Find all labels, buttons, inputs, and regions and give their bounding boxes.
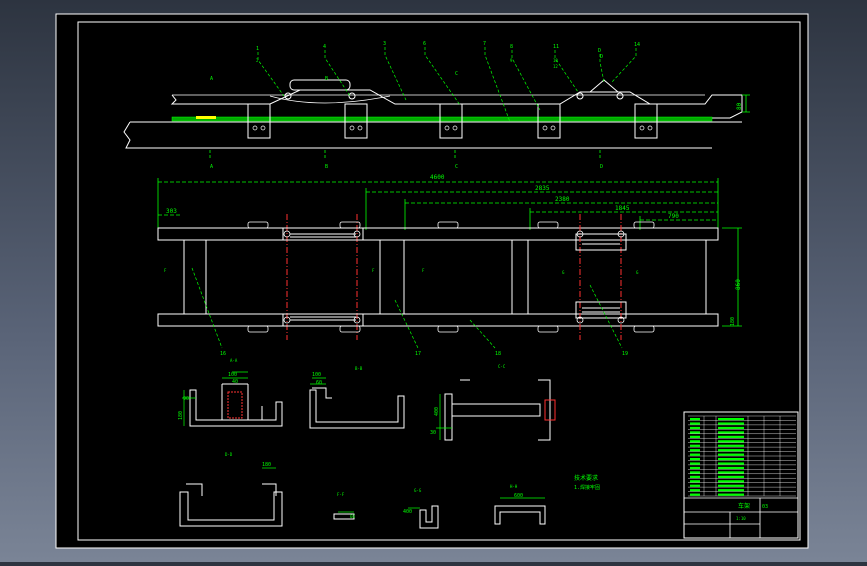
title-drawing-no: 03 [762,504,768,510]
drawing-canvas: 1 4 3 6 7 8 11D142 9 1012 A B C D A B C D 80 [55,13,809,549]
leader-top-sub-2: 10 [553,58,558,63]
leader-top-0: 1 [256,46,259,52]
leader-16: 16 [220,351,226,357]
section-mark-a-top: A [210,76,213,82]
title-scale: 1:10 [736,516,746,521]
dd-dim-180: 180 [262,462,271,468]
gg-dim-400: 400 [403,509,412,515]
ee-dim-30: 30 [430,430,436,436]
plan-caption: A-A [230,358,238,363]
ee-dim-400: 400 [434,407,440,416]
leader-17: 17 [415,351,421,357]
section-mark-c-top: C [455,71,458,77]
caption-bb-label: B-B [355,366,363,371]
dim-span-3: 1845 [615,205,630,212]
dim-overall-length: 4600 [430,174,445,181]
leader-top-1: 4 [323,44,326,50]
caption-ff: F-F [337,492,345,497]
cc-dim-100: 100 [312,372,321,378]
leader-top-4: 7 [483,41,486,47]
section-mark-b-top: B [325,76,328,82]
bb-dim-180: 180 [178,411,184,420]
section-mark-b-bottom: B [325,164,328,170]
section-mark-d-bottom: D [600,164,603,170]
dim-profile-height: 80 [736,102,743,110]
title-name: 车架 [738,502,750,510]
leader-19: 19 [622,351,628,357]
dim-left-offset: 303 [166,208,177,215]
dim-span-4: 790 [668,213,679,220]
notes-line-1: 1.焊接牢固 [574,484,600,491]
leader-top-8: 14 [634,42,640,48]
caption-gg: G-G [414,488,422,493]
dim-bottom-right: 180 [730,317,736,326]
leader-top-sub-3: 12 [553,64,558,69]
leader-top-3: 6 [423,41,426,47]
caption-cc-label: C-C [498,364,506,369]
notes-title: 技术要求 [574,474,598,482]
bb-dim-90: 90 [183,396,189,402]
section-mark-c-bottom: C [455,164,458,170]
caption-dd: D-D [225,452,233,457]
dim-frame-height: 860 [735,279,742,290]
caption-hh: H-H [510,484,518,489]
ff-dim-60: 60 [350,514,355,519]
cc-dim-60: 60 [316,380,322,386]
bb-dim-40: 40 [232,379,238,385]
leader-top-5: 8 [510,44,513,50]
dim-span-2: 2380 [555,196,570,203]
section-mark-d-top: D [600,54,603,60]
hh-dim-600: 600 [514,493,523,499]
bb-dim-100: 100 [228,372,237,378]
dim-span-1: 2835 [535,185,550,192]
highlight-mark [196,116,216,119]
section-mark-a-bottom: A [210,164,213,170]
cad-viewport[interactable]: 1 4 3 6 7 8 11 D 14 2 9 10 12 A B C D A B C D 80 [0,0,867,562]
leader-18: 18 [495,351,501,357]
leader-top-6: 11 [553,44,559,50]
leader-top-2: 3 [383,41,386,47]
